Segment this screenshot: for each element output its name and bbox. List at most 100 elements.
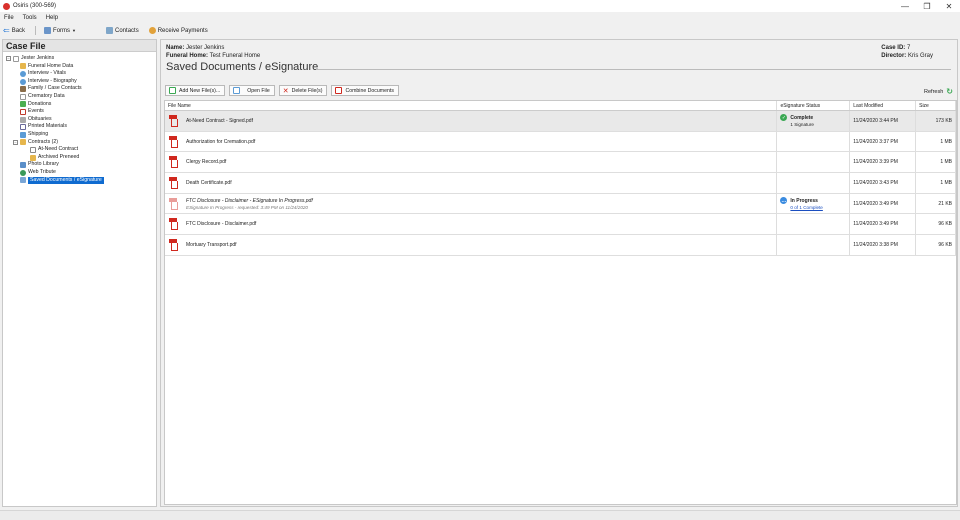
file-name-cell: Death Certificate.pdf — [165, 173, 778, 193]
case-id-label: Case ID: — [881, 45, 906, 51]
table-row[interactable]: FTC Disclosure - Disclaimer - ESignature… — [165, 193, 957, 215]
file-name-cell: FTC Disclosure - Disclaimer.pdf — [165, 214, 778, 235]
esignature-status-cell — [777, 131, 851, 152]
esignature-status-cell: ✓ Complete 1 Signature — [777, 111, 851, 131]
refresh-button[interactable]: Refresh ↻ — [924, 87, 953, 96]
refresh-icon: ↻ — [946, 87, 953, 96]
open-file-icon — [233, 87, 241, 94]
open-file-button[interactable]: Open File — [229, 85, 275, 96]
tree-item-at-need-contract[interactable]: At-Need Contract — [3, 146, 156, 154]
pdf-file-icon — [169, 218, 179, 231]
table-row[interactable]: Authorization for Cremation.pdf 11/24/20… — [165, 131, 957, 153]
pdf-file-icon — [169, 156, 179, 169]
case-id-value: 7 — [906, 45, 911, 51]
esignature-status-cell: … In Progress 0 of 1 Complete — [777, 193, 851, 214]
window-title: Osiris (300-569) — [13, 3, 57, 9]
close-button[interactable]: ✕ — [938, 0, 960, 12]
file-name: Clergy Record.pdf — [186, 159, 227, 166]
column-esignature-status[interactable]: eSignature Status — [777, 101, 851, 110]
interview-icon — [20, 78, 26, 85]
funeral-home-value: Test Funeral Home — [209, 53, 261, 59]
menu-tools[interactable]: Tools — [23, 15, 37, 21]
donation-icon — [20, 101, 26, 108]
archive-icon — [30, 154, 36, 161]
back-button[interactable]: ⇐ Back — [3, 26, 25, 35]
add-file-icon — [169, 87, 176, 94]
pdf-icon — [335, 87, 343, 94]
status-detail-link[interactable]: 0 of 1 Complete — [780, 205, 822, 210]
case-file-tree: − Jester Jenkins Funeral Home Data Inter… — [3, 52, 156, 185]
document-icon — [30, 146, 36, 153]
newspaper-icon — [20, 116, 26, 123]
table-row[interactable]: Clergy Record.pdf 11/24/2020 3:39 PM 1 M… — [165, 152, 957, 174]
name-label: Name: — [166, 45, 185, 51]
tree-item-interview-vitals[interactable]: Interview - Vitals — [3, 70, 156, 78]
delete-file-label: Delete File(s) — [291, 87, 323, 94]
tree-item-family-contacts[interactable]: Family / Case Contacts — [3, 85, 156, 93]
size-cell: 1 MB — [916, 131, 957, 152]
tree-item-funeral-home-data[interactable]: Funeral Home Data — [3, 63, 156, 71]
app-logo-icon — [3, 2, 10, 10]
main-panel: Name: Jester Jenkins Funeral Home: Test … — [160, 39, 958, 507]
menu-bar: File Tools Help — [0, 12, 960, 23]
contract-icon — [20, 139, 26, 146]
maximize-button[interactable]: ❐ — [916, 0, 938, 12]
tree-item-saved-documents[interactable]: Saved Documents / eSignature — [3, 176, 156, 185]
photo-icon — [20, 162, 26, 169]
documents-grid: File Name eSignature Status Last Modifie… — [164, 100, 957, 505]
tree-item-web-tribute[interactable]: Web Tribute — [3, 169, 156, 177]
checkmark-icon: ✓ — [780, 114, 788, 122]
column-last-modified[interactable]: Last Modified — [850, 101, 917, 110]
file-name: Death Certificate.pdf — [186, 179, 232, 186]
tree-item-case[interactable]: − Jester Jenkins — [3, 55, 156, 63]
tree-item-photo-library[interactable]: Photo Library — [3, 161, 156, 169]
table-row[interactable]: At-Need Contract - Signed.pdf ✓ Complete … — [165, 111, 957, 132]
combine-documents-label: Combine Documents — [345, 87, 394, 94]
contacts-button[interactable]: Contacts — [106, 27, 139, 34]
tree-item-donations[interactable]: Donations — [3, 101, 156, 109]
table-row[interactable]: Death Certificate.pdf 11/24/2020 3:43 PM… — [165, 173, 957, 194]
menu-help[interactable]: Help — [46, 15, 58, 21]
esignature-status-cell — [777, 173, 851, 193]
tree-item-contracts[interactable]: − Contracts (2) — [3, 139, 156, 147]
tree-item-obituaries[interactable]: Obituaries — [3, 116, 156, 124]
collapse-icon: − — [6, 56, 11, 62]
last-modified-cell: 11/24/2020 3:39 PM — [850, 152, 917, 173]
status-bar — [0, 510, 960, 520]
refresh-label: Refresh — [924, 88, 944, 95]
delete-icon: ✕ — [282, 87, 289, 95]
file-name-cell: At-Need Contract - Signed.pdf — [165, 111, 778, 131]
globe-icon — [20, 169, 26, 176]
title-divider — [316, 69, 951, 70]
combine-documents-button[interactable]: Combine Documents — [331, 85, 399, 96]
tree-item-events[interactable]: Events — [3, 108, 156, 116]
tree-item-printed-materials[interactable]: Printed Materials — [3, 123, 156, 131]
last-modified-cell: 11/24/2020 3:44 PM — [850, 111, 917, 131]
table-row[interactable]: FTC Disclosure - Disclaimer.pdf 11/24/20… — [165, 214, 957, 236]
esignature-status-cell — [777, 235, 851, 255]
column-file-name[interactable]: File Name — [165, 101, 778, 110]
menu-file[interactable]: File — [4, 15, 14, 21]
receive-payments-button[interactable]: Receive Payments — [148, 27, 208, 34]
tree-item-archived-preneed[interactable]: Archived Preneed — [3, 154, 156, 162]
case-name: Jester Jenkins — [186, 45, 225, 51]
size-cell: 96 KB — [916, 214, 957, 235]
page-title: Saved Documents / eSignature — [166, 61, 319, 73]
pdf-file-icon — [169, 135, 179, 148]
add-file-button[interactable]: Add New File(s)... — [165, 85, 226, 96]
column-size[interactable]: Size — [916, 101, 957, 110]
forms-dropdown[interactable]: Forms ▼ — [44, 27, 76, 34]
file-sub-status: ESignature In Progress - requested: 3:49… — [186, 204, 308, 210]
delete-file-button[interactable]: ✕ Delete File(s) — [278, 85, 328, 96]
file-name: At-Need Contract - Signed.pdf — [186, 117, 253, 124]
tree-item-crematory-data[interactable]: Crematory Data — [3, 93, 156, 101]
tree-item-shipping[interactable]: Shipping — [3, 131, 156, 139]
contacts-icon — [106, 27, 114, 34]
minimize-button[interactable]: — — [894, 0, 916, 12]
document-actions: Add New File(s)... Open File ✕ Delete Fi… — [165, 85, 399, 96]
file-name: Mortuary Transport.pdf — [186, 241, 237, 248]
table-row[interactable]: Mortuary Transport.pdf 11/24/2020 3:38 P… — [165, 235, 957, 256]
last-modified-cell: 11/24/2020 3:37 PM — [850, 131, 917, 152]
tree-item-interview-biography[interactable]: Interview - Biography — [3, 78, 156, 86]
pdf-file-icon — [169, 197, 179, 210]
